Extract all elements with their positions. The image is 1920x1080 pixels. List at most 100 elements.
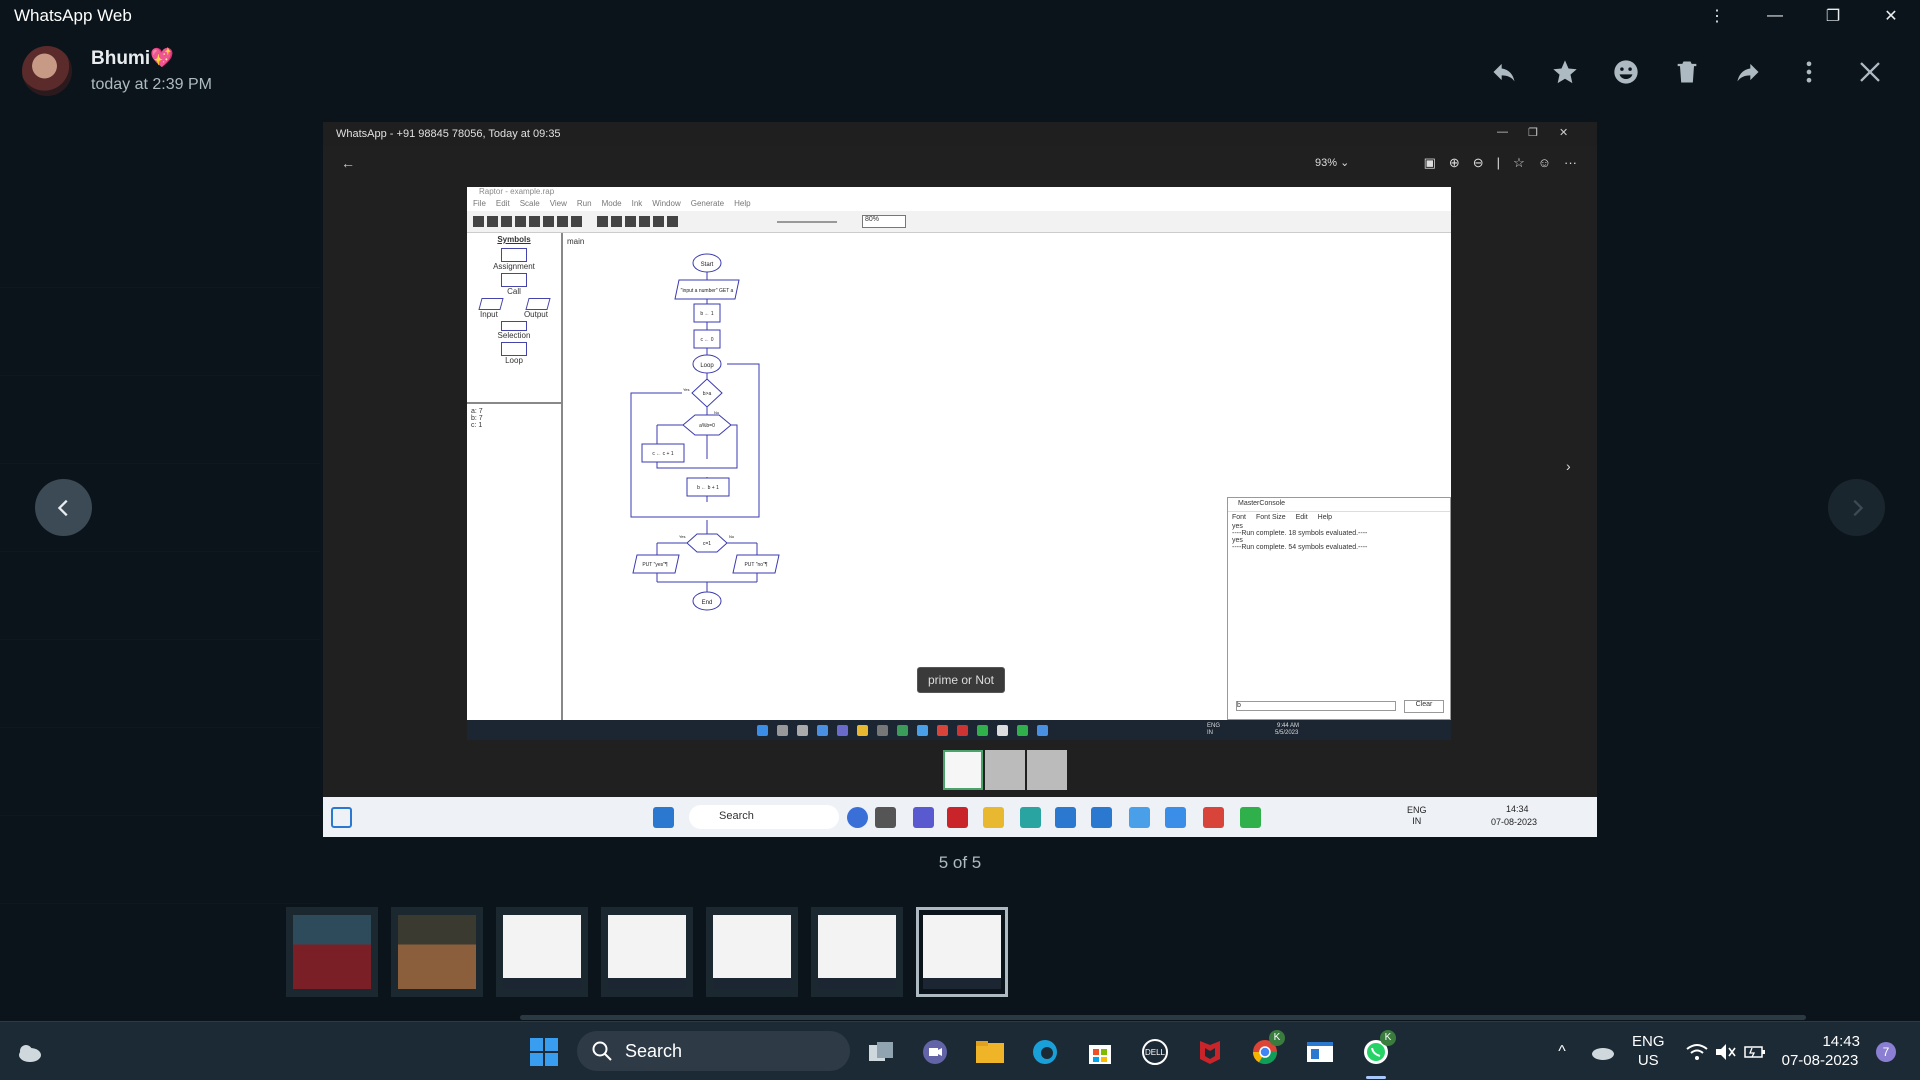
whatsapp-profile-badge: K [1380, 1030, 1396, 1046]
thumbnail-photo-1[interactable] [286, 907, 378, 997]
window-controls: ⋮ — ❐ ✕ [1688, 0, 1920, 32]
task-view-icon[interactable] [866, 1038, 896, 1066]
next-media-button[interactable] [1828, 479, 1885, 536]
media-thumbnails [286, 907, 1008, 997]
battery-icon[interactable] [1740, 1038, 1770, 1066]
photo-window-titlebar: WhatsApp - +91 98845 78056, Today at 09:… [323, 122, 1597, 146]
reply-icon[interactable] [1473, 50, 1534, 94]
raptor-main-tab: main [567, 237, 585, 246]
photo-caption-tooltip: prime or Not [917, 667, 1006, 693]
thumbnail-screenshot-4[interactable] [811, 907, 903, 997]
photo-search-box: Search [689, 805, 839, 829]
maximize-button[interactable]: ❐ [1804, 0, 1862, 32]
taskbar-search[interactable]: Search [577, 1031, 850, 1071]
flow-cond1-label: b>a [703, 391, 712, 397]
weather-icon[interactable] [14, 1038, 44, 1066]
flow-no-label-2: No [729, 534, 735, 539]
zoom-in-icon: ⊕ [1448, 155, 1460, 170]
more-vertical-icon[interactable]: ⋮ [1688, 0, 1746, 32]
thumbnail-screenshot-2[interactable] [601, 907, 693, 997]
svg-text:DELL: DELL [1145, 1048, 1166, 1057]
emoji-icon: ☺ [1537, 155, 1551, 170]
photo-toolbar-icons: ▣ ⊕ ⊖ | ☆ ☺ ··· [1423, 155, 1577, 170]
active-app-indicator [1366, 1076, 1386, 1079]
sender-name: Bhumi💖 [91, 48, 174, 69]
flow-yes-label-2: Yes [679, 534, 686, 539]
flow-loop-label: Loop [700, 363, 714, 369]
microsoft-store-icon[interactable] [1085, 1038, 1115, 1066]
thumbnail-screenshot-5-selected[interactable] [916, 907, 1008, 997]
mcafee-icon[interactable] [1195, 1038, 1225, 1066]
message-timestamp: today at 2:39 PM [91, 76, 212, 93]
file-explorer-icon[interactable] [975, 1038, 1005, 1066]
more-options-icon[interactable] [1778, 50, 1839, 94]
forward-icon[interactable] [1717, 50, 1778, 94]
photo-windows-taskbar: Search ENG IN 14:34 07-08-2023 [323, 797, 1597, 837]
delete-icon[interactable] [1656, 50, 1717, 94]
chevron-right-icon [1852, 499, 1863, 516]
chrome-profile-badge: K [1269, 1030, 1285, 1046]
raptor-toolbar: 80% [467, 211, 1451, 233]
onedrive-icon[interactable] [1587, 1038, 1617, 1066]
react-emoji-icon[interactable] [1595, 50, 1656, 94]
flow-out-yes-label: PUT "yes"¶ [642, 562, 668, 568]
photo-viewer-toolbar: ← 93% ⌄ ▣ ⊕ ⊖ | ☆ ☺ ··· [323, 146, 1597, 182]
meet-chat-icon[interactable] [920, 1038, 950, 1066]
ellipsis-icon: ··· [1564, 155, 1577, 170]
flow-assign2-label: c ← 0 [700, 337, 713, 343]
previous-media-button[interactable] [35, 479, 92, 536]
fit-icon: ▣ [1423, 155, 1436, 170]
flow-yes-label-1: Yes [683, 387, 690, 392]
header-actions [1473, 50, 1900, 94]
dell-icon[interactable]: DELL [1140, 1038, 1170, 1066]
flow-assign3-label: c ← c + 1 [652, 451, 673, 457]
chevron-left-icon [57, 499, 68, 516]
raptor-screenshot-taskbar: ENG IN 9:44 AM 5/5/2023 [467, 720, 1451, 740]
app-titlebar: WhatsApp Web ⋮ — ❐ ✕ [0, 0, 1920, 32]
flow-assign4-label: b ← b + 1 [697, 485, 719, 491]
master-console: MasterConsole Font Font Size Edit Help yes … [1227, 497, 1451, 720]
photo-next-arrow: › [1566, 458, 1571, 474]
flow-start-label: Start [701, 262, 714, 268]
media-viewer-header: Bhumi💖 today at 2:39 PM [0, 36, 1920, 108]
app-title: WhatsApp Web [14, 6, 132, 25]
chevron-up-icon[interactable]: ^ [1547, 1038, 1577, 1066]
wifi-icon[interactable] [1682, 1038, 1712, 1066]
media-image: WhatsApp - +91 98845 78056, Today at 09:… [323, 122, 1597, 837]
thumbnail-screenshot-1[interactable] [496, 907, 588, 997]
photo-window-title: WhatsApp - +91 98845 78056, Today at 09:… [336, 128, 561, 140]
flow-input-label: "input a number" GET a [681, 288, 734, 294]
flow-out-no-label: PUT "no"¶ [744, 562, 767, 568]
search-icon [592, 1041, 612, 1061]
zoom-out-icon: ⊖ [1472, 155, 1484, 170]
minimize-button[interactable]: — [1746, 0, 1804, 32]
start-windows-icon[interactable] [529, 1038, 559, 1066]
volume-muted-icon[interactable] [1711, 1038, 1741, 1066]
close-window-button[interactable]: ✕ [1862, 0, 1920, 32]
windows-taskbar: Search DELL K K ^ ENG US 14:43 07-08-202… [0, 1021, 1920, 1080]
close-viewer-icon[interactable] [1839, 50, 1900, 94]
flow-no-label-1: No [714, 410, 720, 415]
background-chat-list [0, 200, 320, 904]
thumbnail-scrollbar[interactable] [520, 1015, 1806, 1020]
raptor-title: Raptor - example.rap [467, 187, 1451, 199]
clock[interactable]: 14:43 07-08-2023 [1780, 1032, 1860, 1070]
raptor-screenshot: Raptor - example.rap File Edit Scale View R… [467, 187, 1451, 740]
media-counter: 5 of 5 [938, 853, 982, 872]
flow-cond3-label: c=1 [703, 541, 711, 547]
notification-count-badge[interactable]: 7 [1876, 1042, 1896, 1062]
flow-assign1-label: b ← 1 [700, 311, 714, 317]
flow-end-label: End [702, 600, 713, 606]
avatar[interactable] [22, 46, 72, 96]
photo-zoom-level: 93% ⌄ [1315, 157, 1350, 169]
edge-browser-icon[interactable] [1030, 1038, 1060, 1066]
raptor-variables: a: 7 b: 7 c: 1 [467, 402, 563, 433]
app-window-icon[interactable] [1305, 1038, 1335, 1066]
language-indicator[interactable]: ENG US [1632, 1032, 1665, 1070]
thumbnail-screenshot-3[interactable] [706, 907, 798, 997]
flowchart: Start "input a number" GET a b ← 1 c ← 0… [630, 253, 780, 611]
thumbnail-photo-2[interactable] [391, 907, 483, 997]
photo-thumbnail-strip [943, 750, 1067, 790]
star-icon[interactable] [1534, 50, 1595, 94]
star-outline-icon: ☆ [1513, 155, 1525, 170]
